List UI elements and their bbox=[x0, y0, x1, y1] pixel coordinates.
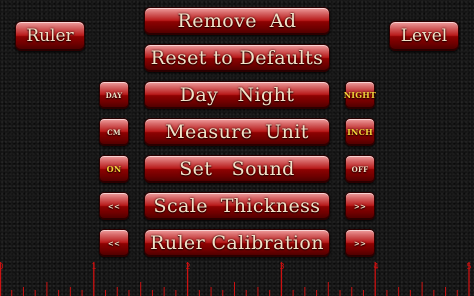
level-button[interactable]: Level bbox=[389, 21, 459, 51]
ruler-label-5: 5 bbox=[466, 262, 472, 271]
calibration-decrease-button[interactable]: << bbox=[99, 229, 129, 257]
ruler-calibration-button[interactable]: Ruler Calibration bbox=[144, 229, 330, 257]
scale-thickness-decrease-button[interactable]: << bbox=[99, 192, 129, 220]
ruler-label-0: 0 bbox=[0, 262, 4, 271]
cm-option-button[interactable]: CM bbox=[99, 118, 129, 146]
remove-ad-button[interactable]: Remove Ad bbox=[144, 7, 330, 35]
measure-unit-button[interactable]: Measure Unit bbox=[144, 118, 330, 146]
sound-on-button[interactable]: ON bbox=[99, 155, 129, 183]
ruler-label-1: 1 bbox=[91, 262, 97, 271]
night-option-button[interactable]: NIGHT bbox=[344, 81, 376, 109]
ruler-label-4: 4 bbox=[373, 262, 379, 271]
day-option-button[interactable]: DAY bbox=[99, 81, 129, 109]
scale-thickness-button[interactable]: Scale Thickness bbox=[144, 192, 330, 220]
day-night-button[interactable]: Day Night bbox=[144, 81, 330, 109]
ruler-scale bbox=[0, 262, 474, 296]
set-sound-button[interactable]: Set Sound bbox=[144, 155, 330, 183]
scale-thickness-increase-button[interactable]: >> bbox=[345, 192, 375, 220]
ruler-label-2: 2 bbox=[185, 262, 191, 271]
inch-option-button[interactable]: INCH bbox=[345, 118, 375, 146]
ruler-button[interactable]: Ruler bbox=[15, 21, 85, 51]
reset-to-defaults-button[interactable]: Reset to Defaults bbox=[144, 44, 330, 72]
sound-off-button[interactable]: OFF bbox=[345, 155, 375, 183]
calibration-increase-button[interactable]: >> bbox=[345, 229, 375, 257]
ruler-ticks bbox=[0, 262, 470, 296]
ruler-label-3: 3 bbox=[279, 262, 285, 271]
